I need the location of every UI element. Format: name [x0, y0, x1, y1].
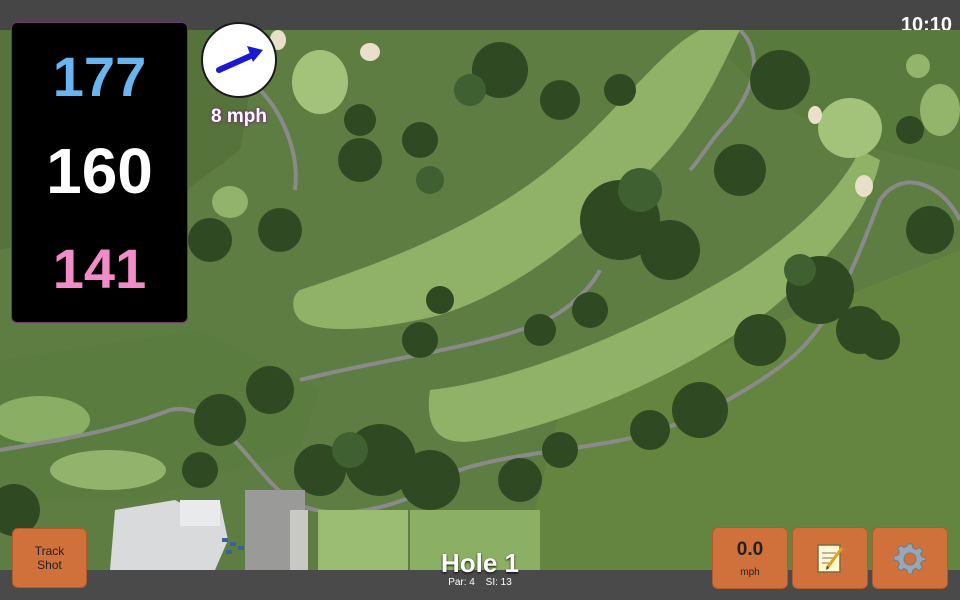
- wind-arrow-icon: [216, 46, 263, 73]
- gear-icon: [894, 543, 926, 574]
- hole-title: Hole 1: [440, 548, 520, 578]
- track-shot-button[interactable]: Track Shot: [12, 528, 87, 588]
- settings-button[interactable]: [872, 527, 948, 589]
- track-shot-label-line2: Shot: [37, 558, 62, 572]
- front-yardage: 141: [52, 237, 147, 300]
- back-yardage: 177: [52, 45, 147, 108]
- speed-unit: mph: [740, 566, 760, 578]
- speed-button[interactable]: 0.0 mph: [712, 527, 788, 589]
- track-shot-label-line1: Track: [34, 544, 65, 558]
- notes-button[interactable]: [792, 527, 868, 589]
- hole-par: Par: 4: [448, 577, 475, 588]
- middle-yardage: 160: [46, 135, 153, 207]
- yardage-panel: 177 160 141: [11, 22, 188, 323]
- wind-direction-dial: [201, 22, 277, 98]
- speed-value: 0.0: [736, 538, 764, 560]
- hole-stroke-index: SI: 13: [485, 577, 512, 588]
- hole-info: Par: 4 SI: 13: [380, 577, 580, 588]
- wind-speed: 8 mph: [211, 106, 267, 127]
- notepad-icon: [817, 544, 844, 573]
